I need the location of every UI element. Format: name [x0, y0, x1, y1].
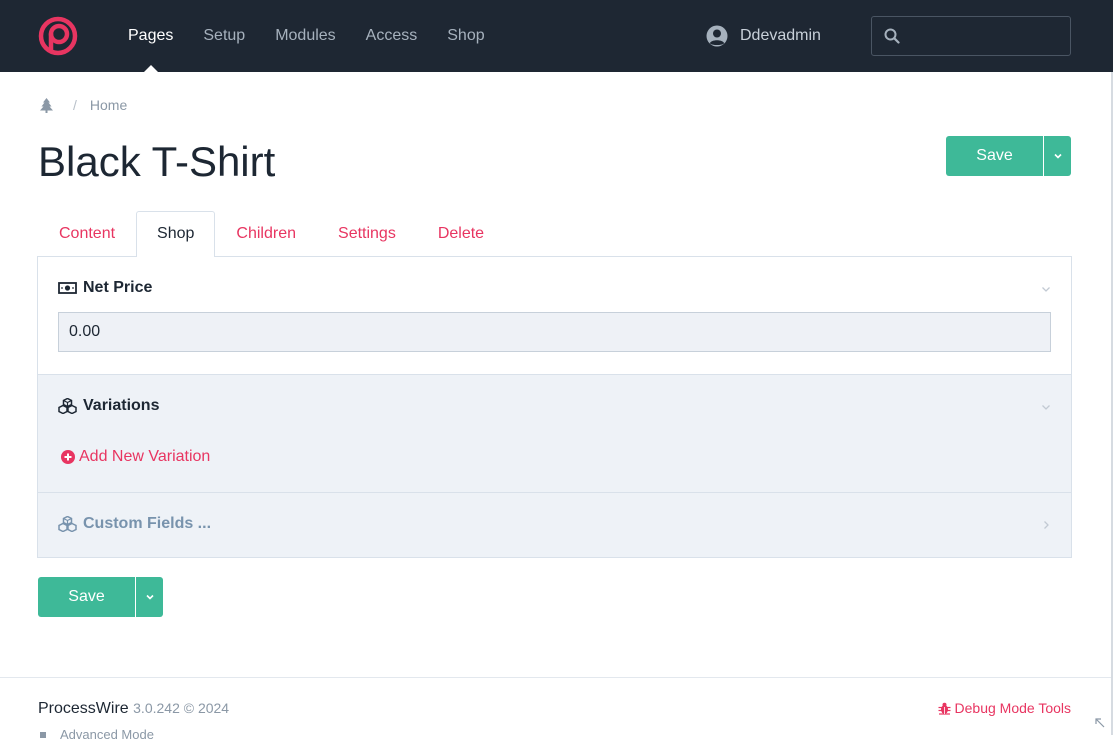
money-icon [58, 282, 77, 294]
breadcrumb: / Home [40, 96, 127, 114]
custom-fields-header[interactable]: Custom Fields ... [58, 515, 211, 533]
net-price-label: Net Price [83, 279, 153, 296]
variations-label: Variations [83, 397, 160, 414]
save-button-group-top: Save [946, 136, 1071, 176]
nav-item-setup[interactable]: Setup [203, 0, 245, 72]
search-input[interactable] [908, 17, 1068, 55]
tree-icon[interactable] [40, 97, 53, 113]
edit-tabs: Content Shop Children Settings Delete [38, 211, 505, 257]
expand-corner-icon[interactable] [1095, 718, 1105, 728]
nav-item-modules[interactable]: Modules [275, 0, 335, 72]
plus-circle-icon [61, 450, 75, 464]
user-circle-icon [706, 25, 728, 47]
footer-brand-name[interactable]: ProcessWire [38, 700, 129, 717]
variations-header[interactable]: Variations [58, 397, 159, 415]
chevron-down-icon [1053, 153, 1062, 159]
breadcrumb-home[interactable]: Home [90, 97, 127, 113]
shop-tab-panel: Net Price Variations Add New [37, 256, 1072, 558]
user-menu[interactable]: Ddevadmin [706, 24, 821, 48]
debug-mode-tools-label: Debug Mode Tools [954, 700, 1071, 716]
tab-delete[interactable]: Delete [417, 211, 505, 257]
footer-version: 3.0.242 © 2024 [133, 700, 230, 716]
main-nav: Pages Setup Modules Access Shop [128, 0, 515, 72]
footer-divider [0, 677, 1111, 678]
chevron-down-icon[interactable] [1041, 402, 1051, 412]
breadcrumb-separator: / [73, 97, 77, 113]
field-custom-fields[interactable]: Custom Fields ... [38, 493, 1071, 557]
nav-item-pages[interactable]: Pages [128, 0, 173, 72]
save-dropdown-toggle[interactable] [1044, 136, 1071, 176]
chevron-right-icon[interactable] [1041, 520, 1051, 530]
chevron-down-icon[interactable] [1041, 284, 1051, 294]
save-button-bottom[interactable]: Save [38, 577, 135, 617]
custom-fields-label: Custom Fields ... [83, 515, 212, 532]
nav-item-shop[interactable]: Shop [447, 0, 484, 72]
add-variation-link[interactable]: Add New Variation [61, 448, 210, 466]
top-navbar: Pages Setup Modules Access Shop Ddevadmi… [0, 0, 1113, 72]
chevron-down-icon [145, 594, 154, 600]
nav-item-access[interactable]: Access [366, 0, 418, 72]
field-variations: Variations Add New Variation [38, 375, 1071, 493]
tab-children[interactable]: Children [215, 211, 317, 257]
save-button-group-bottom: Save [38, 577, 163, 617]
user-name: Ddevadmin [740, 27, 821, 44]
cubes-icon [58, 516, 77, 532]
processwire-logo[interactable] [38, 16, 78, 56]
debug-mode-tools-link[interactable]: Debug Mode Tools [938, 700, 1071, 716]
save-button[interactable]: Save [946, 136, 1043, 176]
tab-settings[interactable]: Settings [317, 211, 417, 257]
tab-shop[interactable]: Shop [136, 211, 216, 257]
search-icon [884, 28, 900, 44]
net-price-header[interactable]: Net Price [58, 279, 152, 297]
net-price-input[interactable] [58, 312, 1051, 352]
save-dropdown-toggle-bottom[interactable] [136, 577, 163, 617]
field-net-price: Net Price [38, 257, 1071, 375]
tab-content[interactable]: Content [38, 211, 136, 257]
page-title: Black T-Shirt [38, 138, 276, 185]
cubes-icon [58, 398, 77, 414]
search-box[interactable] [871, 16, 1071, 56]
add-variation-label: Add New Variation [79, 448, 211, 465]
bug-icon [938, 702, 951, 715]
footer-brand: ProcessWire 3.0.242 © 2024 [38, 700, 229, 718]
